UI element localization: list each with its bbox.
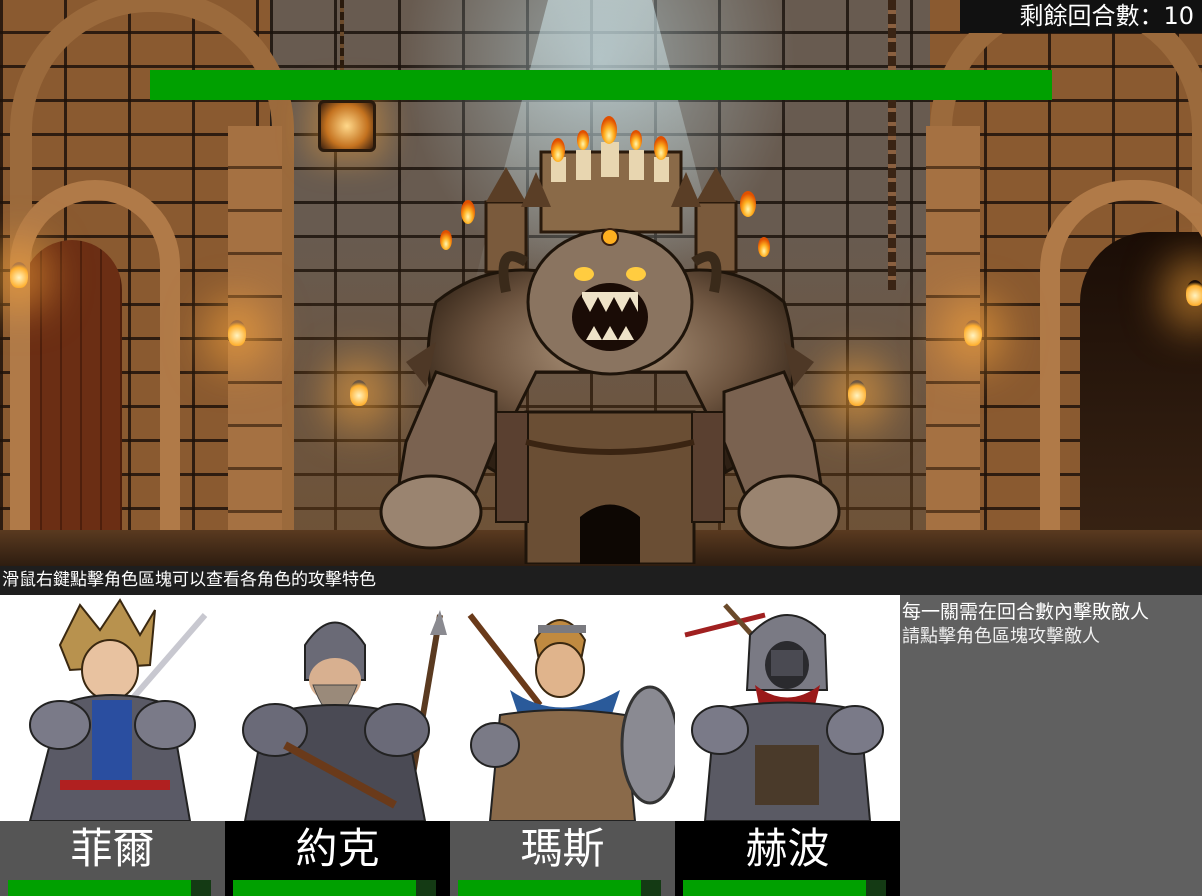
hero-hp-fill [8,880,191,896]
hero-hp-bar [233,880,436,896]
hanging-lantern [318,100,376,152]
hero-portrait [225,595,450,821]
hero-name: 菲爾 [0,821,225,877]
boss-left-fist [379,474,483,550]
boss-hp-bar [150,70,1052,100]
hero-hp-fill [233,880,416,896]
wall-torch-icon [350,380,368,406]
boss-hp-fill [150,70,1052,100]
hero-portrait [675,595,900,821]
right-pillar [926,126,980,566]
wall-torch-icon [1186,280,1202,306]
hero-hp-fill [458,880,641,896]
hero-hp-bar [683,880,886,896]
hero-name: 約克 [225,821,450,877]
wall-torch-icon [964,320,982,346]
party-panel: 菲爾 約克 瑪斯 赫波 [0,595,900,896]
hero-portrait [450,595,675,821]
hero-card-mars[interactable]: 瑪斯 [450,595,675,896]
hero-card-york[interactable]: 約克 [225,595,450,896]
hero-card-hepo[interactable]: 赫波 [675,595,900,896]
hero-hp-bar [8,880,211,896]
info-panel: 每一關需在回合數內擊敗敵人 請點擊角色區塊攻擊敵人 [900,595,1202,896]
wall-torch-icon [228,320,246,346]
boss-right-fist [737,474,841,550]
left-pillar [228,126,282,566]
hint-text: 滑鼠右鍵點擊角色區塊可以查看各角色的攻擊特色 [0,566,1202,595]
hero-name: 赫波 [675,821,900,877]
boss-stone-golem [379,116,841,564]
info-instruction-text: 請點擊角色區塊攻擊敵人 [902,626,1100,647]
hero-portrait [0,595,225,821]
turns-remaining: 剩餘回合數：10 [960,0,1202,33]
right-door-arch [1040,180,1202,566]
hero-card-phil[interactable]: 菲爾 [0,595,225,896]
wall-torch-icon [10,262,28,288]
info-rule-text: 每一關需在回合數內擊敗敵人 [902,601,1150,623]
hero-name: 瑪斯 [450,821,675,877]
hero-hp-bar [458,880,661,896]
hanging-chain [888,0,896,290]
left-door-arch [10,180,180,566]
hero-hp-fill [683,880,866,896]
wall-torch-icon [848,380,866,406]
